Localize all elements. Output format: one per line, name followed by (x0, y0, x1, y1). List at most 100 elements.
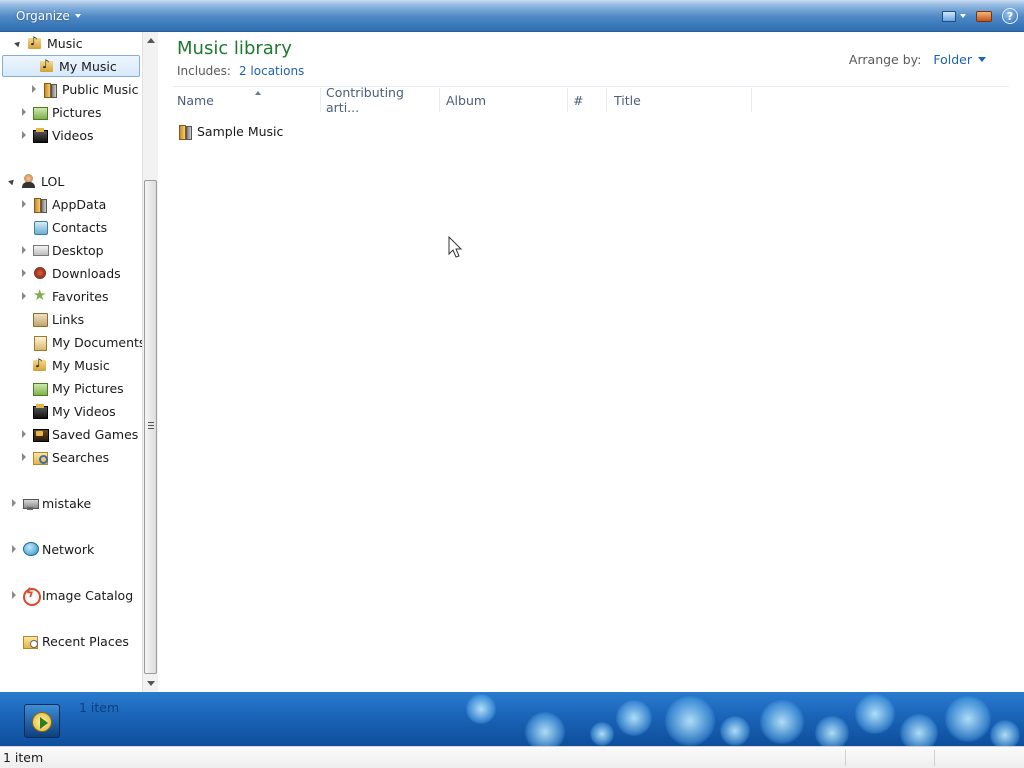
nav-scrollbar[interactable] (142, 32, 158, 692)
user-folder-icon (21, 173, 37, 189)
nav-item-label: Downloads (52, 265, 121, 281)
play-icon (32, 712, 52, 732)
help-button[interactable]: ? (1002, 8, 1018, 24)
navigation-pane: Music My Music Public Music Pictures Vid… (0, 32, 158, 692)
nav-item-label: Desktop (52, 242, 104, 258)
nav-item-label: AppData (52, 196, 107, 212)
nav-item-links[interactable]: Links (20, 308, 84, 330)
arrange-by-dropdown[interactable]: Folder (933, 52, 986, 67)
nav-item-network[interactable]: Network (10, 538, 94, 560)
nav-item-my-documents[interactable]: My Documents (20, 331, 145, 353)
nav-item-label: Pictures (52, 104, 102, 120)
decorative-bubble (466, 694, 496, 724)
nav-item-label: My Pictures (52, 380, 124, 396)
collapsed-arrow-icon[interactable] (22, 269, 26, 277)
collapsed-arrow-icon[interactable] (22, 246, 26, 254)
collapsed-arrow-icon[interactable] (12, 545, 16, 553)
collapsed-arrow-icon[interactable] (32, 85, 36, 93)
scrollbar-thumb[interactable] (144, 180, 157, 674)
details-item-count: 1 item (79, 700, 120, 715)
nav-item-downloads[interactable]: Downloads (20, 262, 121, 284)
library-title: Music library (177, 38, 292, 59)
scroll-up-arrow-icon[interactable] (147, 38, 155, 43)
decorative-bubble (855, 694, 895, 734)
nav-item-label: Videos (52, 127, 94, 143)
change-view-button[interactable] (942, 10, 966, 22)
nav-item-label: Network (42, 541, 95, 557)
decorative-bubble (990, 720, 1020, 746)
nav-item-label: Contacts (52, 219, 108, 235)
column-header-album[interactable]: Album (442, 88, 568, 112)
nav-item-label: My Videos (52, 403, 116, 419)
toolbar-right-group: ? (942, 6, 1018, 26)
network-icon (22, 541, 39, 557)
music-library-icon (27, 34, 43, 51)
nav-item-searches[interactable]: Searches (20, 446, 109, 468)
videos-library-icon (32, 127, 48, 143)
nav-item-recent-places[interactable]: Recent Places (10, 630, 129, 652)
column-header-name[interactable]: Name (173, 88, 321, 112)
nav-item-my-pictures[interactable]: My Pictures (20, 377, 124, 399)
decorative-bubble (720, 716, 750, 746)
scroll-down-arrow-icon[interactable] (147, 681, 155, 686)
nav-item-pictures[interactable]: Pictures (20, 101, 102, 123)
command-bar: Organize ? (0, 0, 1024, 32)
file-row[interactable]: Sample Music (177, 120, 283, 142)
nav-item-lol[interactable]: LOL (8, 170, 64, 192)
nav-item-my-music[interactable]: My Music (20, 354, 110, 376)
contacts-icon (32, 219, 48, 235)
column-header-title[interactable]: Title (610, 88, 752, 112)
content-pane: Music library Includes: 2 locations Arra… (159, 32, 1024, 692)
nav-item-my-music-selected[interactable]: My Music (2, 55, 140, 77)
expanded-arrow-icon[interactable] (8, 177, 16, 185)
nav-item-contacts[interactable]: Contacts (20, 216, 107, 238)
nav-item-my-videos[interactable]: My Videos (20, 400, 116, 422)
decorative-bubble (525, 712, 565, 746)
nav-item-music[interactable]: Music (14, 32, 83, 54)
videos-folder-icon (32, 403, 48, 419)
decorative-bubble (760, 700, 804, 744)
file-name: Sample Music (197, 123, 284, 139)
nav-item-appdata[interactable]: AppData (20, 193, 106, 215)
collapsed-arrow-icon[interactable] (22, 131, 26, 139)
header-divider (173, 86, 1009, 87)
nav-item-saved-games[interactable]: Saved Games (20, 423, 138, 445)
includes-label: Includes: (177, 64, 231, 78)
documents-icon (32, 334, 48, 351)
collapsed-arrow-icon[interactable] (22, 453, 26, 461)
collapsed-arrow-icon[interactable] (12, 499, 16, 507)
collapsed-arrow-icon[interactable] (22, 200, 26, 208)
nav-item-label: Saved Games (52, 426, 139, 442)
preview-pane-button[interactable] (976, 10, 992, 22)
recent-places-icon (22, 633, 38, 649)
column-header-contributing-artists[interactable]: Contributing arti... (322, 85, 440, 115)
nav-item-videos[interactable]: Videos (20, 124, 94, 146)
arrange-by-label: Arrange by: (848, 52, 922, 67)
nav-item-label: My Documents (52, 334, 146, 350)
help-icon: ? (1002, 8, 1018, 24)
collapsed-arrow-icon[interactable] (22, 108, 26, 116)
status-separator (845, 750, 846, 766)
nav-item-desktop[interactable]: Desktop (20, 239, 104, 261)
nav-item-mistake[interactable]: mistake (10, 492, 91, 514)
nav-item-label: Music (47, 35, 83, 51)
nav-item-label: Recent Places (42, 633, 129, 649)
nav-item-public-music[interactable]: Public Music (30, 78, 139, 100)
downloads-icon (32, 265, 48, 281)
decorative-bubble (815, 716, 849, 746)
collapsed-arrow-icon[interactable] (22, 430, 26, 438)
grip-icon (148, 422, 154, 429)
nav-item-label: Public Music (62, 81, 139, 97)
status-separator (934, 750, 935, 766)
locations-link[interactable]: 2 locations (239, 64, 304, 78)
collapsed-arrow-icon[interactable] (22, 292, 26, 300)
expanded-arrow-icon[interactable] (14, 39, 22, 47)
decorative-bubble (590, 722, 614, 746)
organize-button[interactable]: Organize (10, 7, 87, 25)
nav-item-favorites[interactable]: Favorites (20, 285, 108, 307)
links-icon (32, 311, 48, 327)
nav-item-image-catalog[interactable]: Image Catalog (10, 584, 133, 606)
collapsed-arrow-icon[interactable] (12, 591, 16, 599)
nav-item-label: Favorites (52, 288, 109, 304)
column-header-track-number[interactable]: # (569, 88, 607, 112)
